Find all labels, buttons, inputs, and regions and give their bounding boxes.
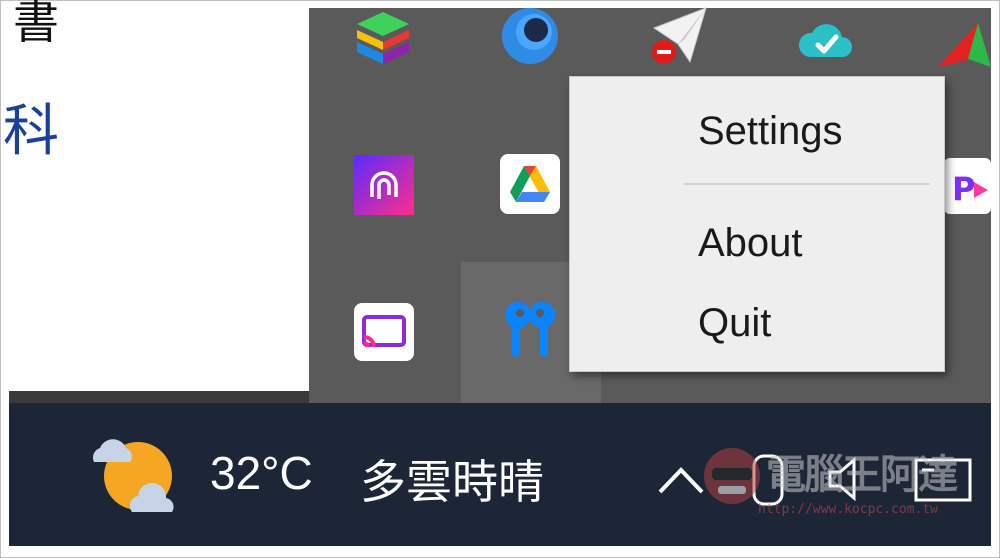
fingerprint-app-icon[interactable] [354, 155, 414, 215]
watermark: 電腦王阿達 http://www.kocpc.com.tw [700, 440, 970, 530]
settings-menu-item[interactable]: Settings [570, 101, 944, 161]
quit-menu-item[interactable]: Quit [570, 293, 944, 353]
context-menu: Settings About Quit [569, 76, 945, 372]
paper-plane-blocked-icon[interactable] [648, 6, 708, 66]
red-triangle-app-icon[interactable] [938, 14, 991, 74]
google-drive-icon[interactable] [500, 154, 560, 214]
menu-separator [684, 183, 930, 185]
document-window-edge [9, 391, 309, 403]
bluestacks-icon[interactable] [353, 8, 413, 68]
weather-partly-cloudy-icon[interactable] [88, 432, 188, 517]
watermark-url: http://www.kocpc.com.tw [758, 502, 939, 517]
weather-temperature[interactable]: 32°C [210, 446, 313, 500]
document-window: 書 科 [3, 0, 309, 391]
show-hidden-icons-chevron-icon[interactable] [656, 462, 706, 498]
svg-text:P: P [952, 170, 975, 208]
document-text-fragment: 科 [3, 99, 59, 164]
watermark-text: 電腦王阿達 [766, 452, 958, 498]
airpods-icon[interactable] [500, 300, 560, 360]
about-menu-item[interactable]: About [570, 213, 944, 273]
orb-app-icon[interactable] [500, 6, 560, 66]
document-text-fragment: 書 [13, 0, 59, 49]
pj-app-icon[interactable]: P [944, 156, 991, 216]
cast-icon[interactable] [354, 302, 414, 362]
weather-condition[interactable]: 多雲時晴 [360, 446, 544, 512]
watermark-mascot-icon [704, 448, 760, 504]
cloud-check-icon[interactable] [796, 10, 856, 70]
